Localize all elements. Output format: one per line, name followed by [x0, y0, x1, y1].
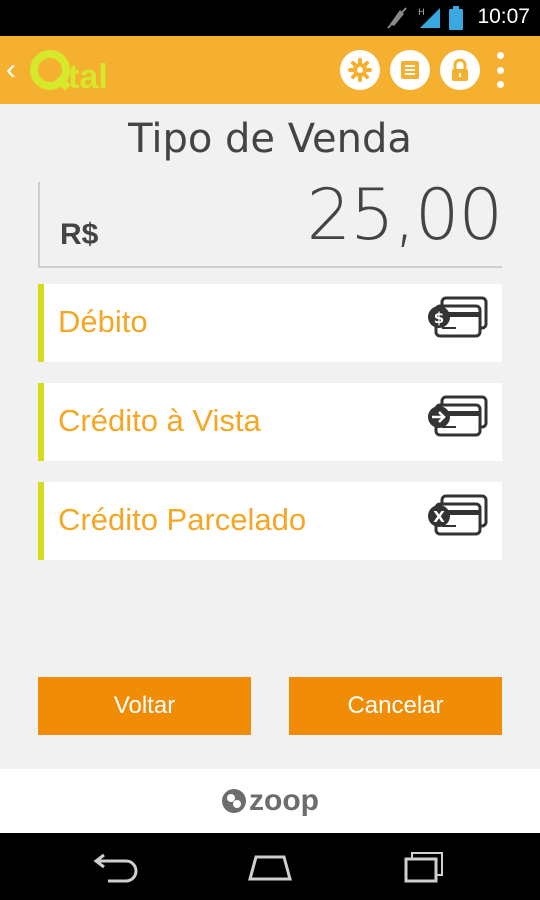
home-nav-icon[interactable] — [240, 847, 300, 887]
battery-icon — [449, 6, 463, 30]
option-label: Crédito Parcelado — [58, 502, 307, 537]
currency-label: R$ — [60, 218, 99, 251]
svg-text:H: H — [418, 8, 425, 18]
credit-single-card-icon — [428, 395, 488, 437]
main-content: Tipo de Venda R$ 25,00 Débito $ Crédito … — [0, 104, 540, 769]
signal-icon: H — [418, 8, 440, 28]
amount-display: R$ 25,00 — [38, 174, 503, 268]
mute-icon — [387, 7, 407, 29]
settings-icon — [348, 58, 372, 82]
footer-brand: zoop — [249, 784, 319, 817]
back-button[interactable]: Voltar — [38, 677, 251, 735]
zoop-logo: zoop — [221, 784, 319, 818]
up-chevron-icon[interactable]: ‹ — [6, 50, 24, 90]
back-nav-icon[interactable] — [84, 847, 144, 887]
recent-apps-nav-icon[interactable] — [396, 847, 456, 887]
list-icon — [401, 61, 419, 79]
option-debito[interactable]: Débito $ — [38, 284, 502, 362]
credit-installment-card-icon: X — [428, 494, 488, 536]
lock-icon — [452, 58, 468, 81]
qtal-logo[interactable]: tal — [30, 42, 130, 96]
footer: zoop — [0, 769, 540, 833]
lock-button[interactable] — [440, 50, 480, 90]
status-time: 10:07 — [477, 5, 530, 28]
cancel-button[interactable]: Cancelar — [289, 677, 502, 735]
action-bar: ‹ tal — [0, 36, 540, 104]
option-credito-vista[interactable]: Crédito à Vista — [38, 383, 502, 461]
option-label: Crédito à Vista — [58, 403, 261, 438]
amount-value: 25,00 — [306, 174, 503, 256]
zoop-mark-icon — [222, 789, 246, 813]
debit-card-icon: $ — [428, 296, 488, 338]
svg-text:tal: tal — [68, 58, 108, 96]
svg-text:X: X — [433, 508, 445, 526]
option-credito-parcelado[interactable]: Crédito Parcelado X — [38, 482, 502, 560]
navigation-bar — [0, 833, 540, 900]
page-title: Tipo de Venda — [128, 116, 412, 162]
svg-text:$: $ — [434, 309, 444, 327]
status-bar: H 10:07 — [0, 0, 540, 36]
option-label: Débito — [58, 304, 148, 339]
settings-button[interactable] — [340, 50, 380, 90]
list-button[interactable] — [390, 50, 430, 90]
overflow-menu-icon[interactable] — [490, 52, 510, 88]
